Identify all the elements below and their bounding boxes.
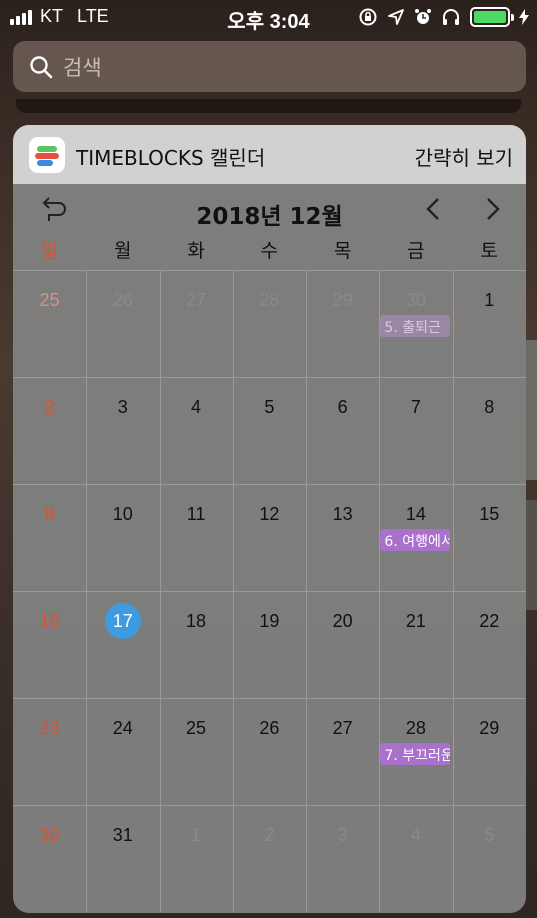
day-cell[interactable]: 16 <box>13 611 86 632</box>
day-cell[interactable]: 20 <box>306 611 379 632</box>
weekday-label: 화 <box>187 240 205 262</box>
weekday-label: 월 <box>114 240 132 262</box>
grid-row-divider <box>13 484 526 485</box>
status-bar: KT LTE 오후 3:04 <box>0 0 537 36</box>
status-right <box>358 7 529 27</box>
day-cell-today[interactable]: 17 <box>86 611 159 632</box>
day-cell[interactable]: 25 <box>160 718 233 739</box>
weekday-header: 일월화수목금토 <box>13 236 526 270</box>
day-cell[interactable]: 1 <box>453 290 526 311</box>
day-cell[interactable]: 22 <box>453 611 526 632</box>
month-title: 2018년 12월 <box>196 204 343 230</box>
calendar-widget: TIMEBLOCKS 캘린더 간략히 보기 2018년 12월 일월화수목금토 … <box>13 125 526 913</box>
month-navigation: 2018년 12월 <box>13 184 526 236</box>
day-cell[interactable]: 3 <box>86 397 159 418</box>
day-cell[interactable]: 12 <box>233 504 306 525</box>
alarm-icon <box>415 9 431 24</box>
weekday-label: 일 <box>40 240 59 262</box>
day-cell[interactable]: 23 <box>13 718 86 739</box>
weekday-label: 수 <box>260 240 279 262</box>
day-cell[interactable]: 1 <box>160 825 233 846</box>
day-cell[interactable]: 19 <box>233 611 306 632</box>
chevron-left-icon <box>426 198 439 220</box>
grid-column-divider <box>453 270 454 912</box>
day-cell[interactable]: 14 <box>379 504 452 525</box>
show-less-button[interactable]: 간략히 보기 <box>415 142 513 171</box>
rotation-lock-icon <box>359 8 377 26</box>
event-block[interactable]: 7. 부끄러운 <box>380 743 451 765</box>
next-month-button[interactable] <box>477 195 507 225</box>
day-cell[interactable]: 21 <box>379 611 452 632</box>
day-cell[interactable]: 6 <box>306 397 379 418</box>
day-cell[interactable]: 25 <box>13 290 86 311</box>
day-cell[interactable]: 8 <box>453 397 526 418</box>
day-cell[interactable]: 28 <box>379 718 452 739</box>
day-cell[interactable]: 15 <box>453 504 526 525</box>
day-cell[interactable]: 24 <box>86 718 159 739</box>
search-bar[interactable]: 검색 <box>13 41 526 92</box>
grid-column-divider <box>86 270 87 912</box>
grid-row-divider <box>13 805 526 806</box>
location-icon <box>388 9 404 25</box>
day-cell[interactable]: 4 <box>160 397 233 418</box>
grid-row-divider <box>13 698 526 699</box>
grid-row-divider <box>13 591 526 592</box>
day-cell[interactable]: 30 <box>13 825 86 846</box>
day-cell[interactable]: 2 <box>233 825 306 846</box>
background-peek <box>526 500 537 610</box>
day-cell[interactable]: 3 <box>306 825 379 846</box>
day-cell[interactable]: 5 <box>453 825 526 846</box>
day-cell[interactable]: 5 <box>233 397 306 418</box>
day-cell[interactable]: 30 <box>379 290 452 311</box>
day-cell[interactable]: 4 <box>379 825 452 846</box>
timeblocks-app-icon[interactable] <box>29 137 65 173</box>
day-cell[interactable]: 31 <box>86 825 159 846</box>
day-cell[interactable]: 13 <box>306 504 379 525</box>
weekday-label: 토 <box>480 240 498 262</box>
battery-icon <box>470 7 514 27</box>
day-cell[interactable]: 27 <box>160 290 233 311</box>
day-cell[interactable]: 26 <box>86 290 159 311</box>
previous-month-button[interactable] <box>419 195 449 225</box>
weekday-label: 목 <box>333 240 352 262</box>
grid-row-divider <box>13 377 526 378</box>
search-placeholder: 검색 <box>63 55 102 80</box>
day-cell[interactable]: 11 <box>160 504 233 525</box>
day-cell[interactable]: 7 <box>379 397 452 418</box>
background-peek <box>526 340 537 480</box>
day-cell[interactable]: 29 <box>306 290 379 311</box>
previous-widget-edge <box>16 99 521 113</box>
widget-title: TIMEBLOCKS 캘린더 <box>76 146 266 170</box>
grid-column-divider <box>306 270 307 912</box>
event-block[interactable]: 6. 여행에서 <box>380 529 451 551</box>
day-cell[interactable]: 26 <box>233 718 306 739</box>
day-cell[interactable]: 18 <box>160 611 233 632</box>
chevron-right-icon <box>487 198 500 220</box>
widget-header: TIMEBLOCKS 캘린더 간략히 보기 <box>13 125 526 184</box>
day-cell[interactable]: 2 <box>13 397 86 418</box>
grid-row-divider <box>13 270 526 271</box>
search-icon <box>30 55 53 78</box>
headphones-icon <box>443 9 459 25</box>
grid-column-divider <box>379 270 380 912</box>
day-cell[interactable]: 9 <box>13 504 86 525</box>
charging-icon <box>519 9 529 25</box>
day-cell[interactable]: 28 <box>233 290 306 311</box>
day-cell[interactable]: 29 <box>453 718 526 739</box>
grid-column-divider <box>233 270 234 912</box>
day-cell[interactable]: 27 <box>306 718 379 739</box>
grid-column-divider <box>160 270 161 912</box>
day-cell[interactable]: 10 <box>86 504 159 525</box>
weekday-label: 금 <box>407 240 425 262</box>
event-block[interactable]: 5. 출퇴근 <box>380 315 451 337</box>
